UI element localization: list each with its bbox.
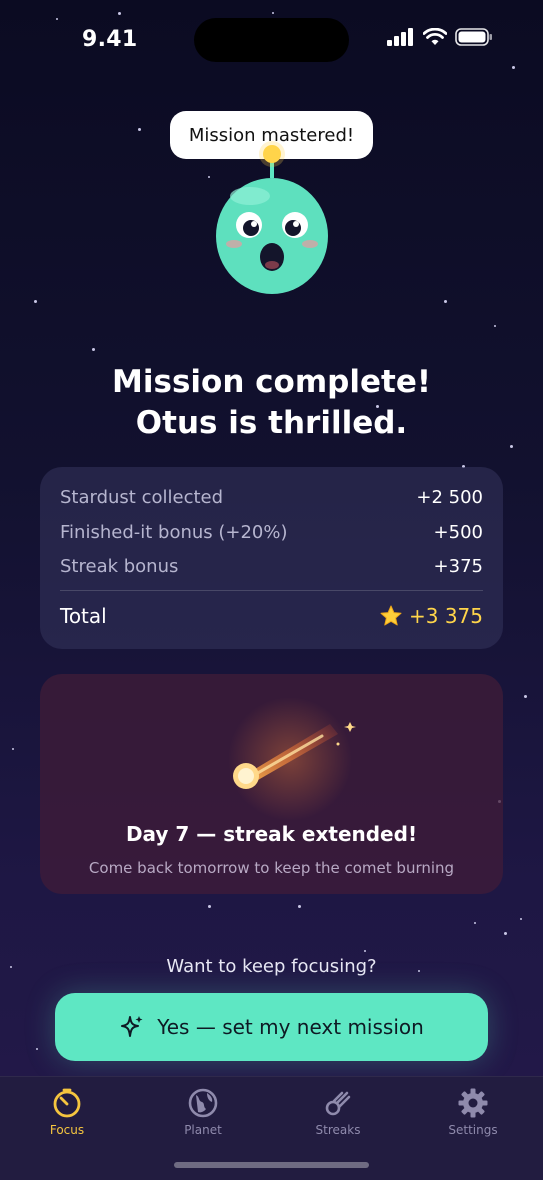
- next-mission-label: Yes — set my next mission: [157, 1015, 424, 1039]
- summary-row-value: +375: [433, 556, 483, 577]
- tab-settings[interactable]: Settings: [428, 1087, 518, 1137]
- streak-title: Day 7 — streak extended!: [125, 822, 418, 846]
- status-time: 9.41: [82, 27, 138, 52]
- tab-planet[interactable]: Planet: [158, 1087, 248, 1137]
- page-title: Mission complete! Otus is thrilled.: [0, 362, 543, 444]
- reward-summary-card: Stardust collected +2 500 Finished-it bo…: [40, 467, 503, 649]
- globe-icon: [188, 1088, 218, 1118]
- summary-row-value: +500: [433, 522, 483, 543]
- streak-subtitle: Come back tomorrow to keep the comet bur…: [88, 859, 455, 877]
- comet-icon: [228, 697, 356, 821]
- summary-divider: [60, 590, 483, 591]
- summary-row: Stardust collected +2 500: [60, 487, 483, 508]
- summary-row: Finished-it bonus (+20%) +500: [60, 522, 483, 543]
- dynamic-island: [194, 18, 349, 62]
- summary-row-label: Finished-it bonus (+20%): [60, 522, 288, 543]
- sparkle-icon: [121, 1016, 143, 1037]
- tab-label: Focus: [49, 1123, 85, 1137]
- headline-line-2: Otus is thrilled.: [135, 405, 408, 441]
- status-icons: [387, 28, 493, 46]
- summary-total-row: Total +3 375: [60, 604, 483, 628]
- otus-mascot-icon: [216, 141, 328, 294]
- tab-streaks[interactable]: Streaks: [293, 1087, 383, 1137]
- home-indicator[interactable]: [174, 1162, 369, 1168]
- battery-icon: [455, 28, 492, 46]
- gear-icon: [458, 1088, 488, 1118]
- timer-icon: [53, 1088, 81, 1118]
- summary-row-label: Streak bonus: [60, 556, 179, 577]
- total-amount: +3 375: [408, 604, 483, 628]
- streak-card: Day 7 — streak extended! Come back tomor…: [40, 674, 503, 894]
- star-icon: [380, 605, 402, 626]
- total-label: Total: [60, 604, 107, 628]
- summary-row-label: Stardust collected: [60, 487, 224, 508]
- comet-icon: [325, 1091, 351, 1116]
- signal-icon: [387, 28, 413, 46]
- continue-prompt: Want to keep focusing?: [166, 956, 377, 977]
- summary-row: Streak bonus +375: [60, 556, 483, 577]
- tab-label: Planet: [184, 1123, 222, 1137]
- next-mission-button[interactable]: Yes — set my next mission: [55, 993, 488, 1061]
- tab-label: Settings: [448, 1123, 498, 1137]
- summary-row-value: +2 500: [416, 487, 483, 508]
- status-bar: 9.41: [0, 0, 543, 80]
- headline-line-1: Mission complete!: [112, 364, 431, 400]
- total-value: +3 375: [379, 604, 483, 628]
- wifi-icon: [423, 28, 447, 45]
- tab-focus[interactable]: Focus: [22, 1087, 112, 1137]
- tab-label: Streaks: [315, 1123, 361, 1137]
